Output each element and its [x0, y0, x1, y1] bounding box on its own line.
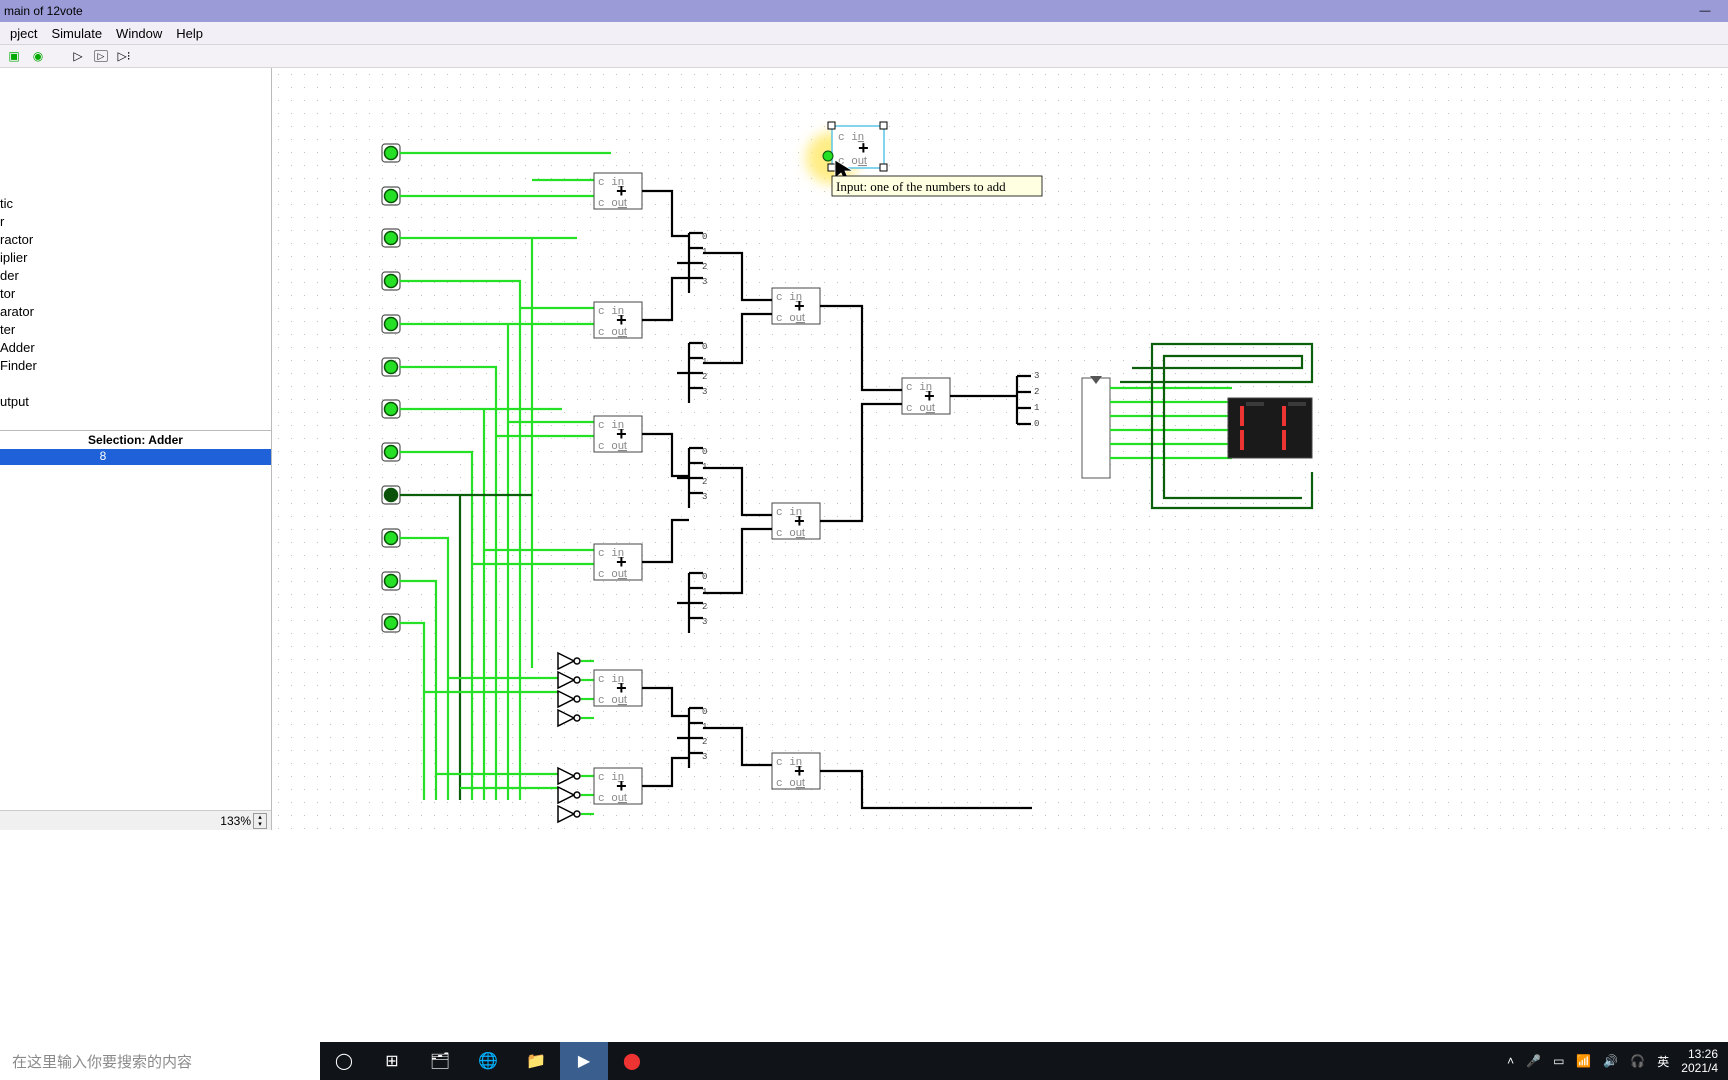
toolbar-button-1[interactable]: ▣ [6, 48, 22, 64]
component-tree[interactable]: tic r ractor iplier der tor arator ter A… [0, 68, 271, 430]
tray-clock[interactable]: 13:26 2021/4 [1681, 1047, 1724, 1075]
toolbar-run-icon[interactable]: ▷⁝ [116, 48, 132, 64]
tray-headset-icon[interactable]: 🎧 [1630, 1054, 1645, 1068]
taskbar-app2-icon[interactable]: 🌐 [464, 1042, 512, 1080]
menu-help[interactable]: Help [170, 24, 209, 43]
title-bar: main of 12vote — [0, 0, 1728, 22]
svg-text:1: 1 [1034, 403, 1039, 413]
stage2-adders [772, 288, 820, 790]
tray-chevron-icon[interactable]: ˄ [1507, 1054, 1514, 1068]
tree-item[interactable]: tor [0, 286, 15, 301]
svg-text:2: 2 [1034, 387, 1039, 397]
toolbar-tick-icon[interactable]: ▷ [94, 50, 108, 62]
tree-item[interactable]: arator [0, 304, 34, 319]
tray-battery-icon[interactable]: ▭ [1553, 1054, 1564, 1068]
taskbar-taskview-icon[interactable]: ⊞ [368, 1042, 416, 1080]
seven-segment-display [1228, 398, 1312, 458]
menu-window[interactable]: Window [110, 24, 168, 43]
properties-row[interactable]: 8 [0, 449, 271, 465]
svg-text:0: 0 [1034, 419, 1039, 429]
output-splitter: 3 2 1 0 [1017, 371, 1039, 429]
zoom-spinner[interactable]: ▴▾ [253, 813, 267, 829]
svg-text:3: 3 [1034, 371, 1039, 381]
taskbar-record-icon[interactable]: ⬤ [608, 1042, 656, 1080]
taskbar-search[interactable]: 在这里输入你要搜索的内容 [0, 1042, 320, 1080]
tree-item[interactable]: Finder [0, 358, 37, 373]
taskbar-explorer-icon[interactable]: 📁 [512, 1042, 560, 1080]
zoom-value: 133% [220, 814, 251, 828]
tray-wifi-icon[interactable]: 📶 [1576, 1054, 1591, 1068]
tree-item[interactable]: r [0, 214, 4, 229]
taskbar-app1-icon[interactable]: 🗂 [416, 1042, 464, 1080]
selected-adder[interactable]: c in + c out [823, 122, 887, 171]
zoom-bar: 133% ▴▾ [0, 810, 271, 830]
menu-project[interactable]: pject [4, 24, 43, 43]
stage3-adder [902, 378, 950, 415]
input-bus-dark [400, 495, 532, 800]
window-title: main of 12vote [4, 4, 83, 18]
tree-item[interactable]: iplier [0, 250, 27, 265]
menu-simulate[interactable]: Simulate [45, 24, 108, 43]
input-bus-bright [400, 153, 611, 800]
tree-item[interactable]: ter [0, 322, 15, 337]
minimize-button[interactable]: — [1682, 0, 1728, 22]
bcd-converter [1082, 376, 1110, 478]
circuit-canvas[interactable]: c in + c out 0 1 [272, 68, 1728, 830]
tree-item[interactable]: der [0, 268, 19, 283]
property-value[interactable]: 8 [100, 449, 271, 465]
taskbar-cortana-icon[interactable]: ◯ [320, 1042, 368, 1080]
taskbar-player-icon[interactable]: ▶ [560, 1042, 608, 1080]
taskbar[interactable]: 在这里输入你要搜索的内容 ◯ ⊞ 🗂 🌐 📁 ▶ ⬤ ˄ 🎤 ▭ 📶 🔊 🎧 英… [0, 1042, 1728, 1080]
tooltip: Input: one of the numbers to add [832, 176, 1042, 196]
tree-item[interactable]: Adder [0, 340, 35, 355]
properties-header: Selection: Adder [0, 431, 271, 449]
stage1-splitters [677, 232, 707, 768]
svg-text:Input: one of the numbers to a: Input: one of the numbers to add [836, 179, 1006, 194]
stage1-adders [594, 173, 642, 805]
toolbar-button-2[interactable]: ◉ [30, 48, 46, 64]
property-key [0, 449, 100, 465]
properties-pane: Selection: Adder 8 [0, 430, 271, 810]
tree-item[interactable]: ractor [0, 232, 33, 247]
tray-mic-icon[interactable]: 🎤 [1526, 1054, 1541, 1068]
left-pane: tic r ractor iplier der tor arator ter A… [0, 68, 272, 830]
tree-item[interactable]: utput [0, 394, 29, 409]
toolbar: ▣ ◉ ▷ ▷ ▷⁝ [0, 45, 1728, 68]
tray-volume-icon[interactable]: 🔊 [1603, 1054, 1618, 1068]
tree-item[interactable]: tic [0, 196, 13, 211]
tray-ime-label[interactable]: 英 [1657, 1053, 1669, 1070]
toolbar-step-icon[interactable]: ▷ [70, 48, 86, 64]
not-gates [558, 653, 580, 822]
input-pins[interactable] [382, 144, 400, 632]
menu-bar: pject Simulate Window Help [0, 22, 1728, 45]
